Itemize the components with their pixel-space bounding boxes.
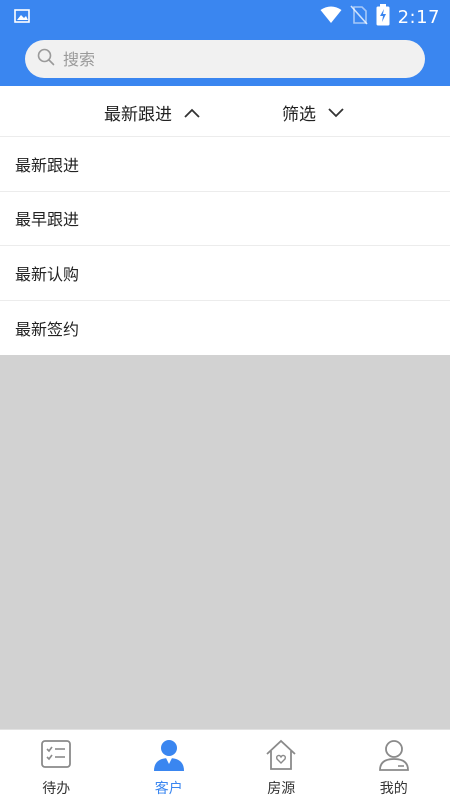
nav-label-customer: 客户	[154, 781, 183, 797]
nav-label-mine: 我的	[379, 781, 408, 797]
search-icon	[37, 48, 55, 70]
sort-option-latest-followup[interactable]: 最新跟进	[0, 137, 450, 192]
customer-list-screen: 2:17 最新跟进 筛选	[0, 0, 450, 800]
status-bar: 2:17	[0, 0, 450, 32]
status-time: 2:17	[397, 7, 440, 28]
no-sim-icon	[349, 5, 368, 30]
nav-item-customer[interactable]: 客户	[113, 730, 226, 800]
nav-item-todo[interactable]: 待办	[0, 730, 113, 800]
bottom-navigation: 待办 客户 房源 我的	[0, 729, 450, 800]
search-input[interactable]	[63, 49, 393, 69]
app-header: 2:17	[0, 0, 450, 86]
filter-label: 筛选	[282, 105, 316, 125]
dropdown-backdrop[interactable]	[0, 355, 450, 729]
customer-person-icon	[152, 738, 186, 772]
house-heart-icon	[264, 738, 298, 772]
todo-list-icon	[39, 738, 73, 772]
nav-label-housing: 房源	[267, 781, 296, 797]
chevron-up-icon	[172, 103, 200, 123]
image-icon	[14, 9, 30, 29]
filter-dropdown-button[interactable]: 筛选	[282, 100, 344, 125]
nav-label-todo: 待办	[42, 781, 71, 797]
sort-option-label: 最新跟进	[15, 155, 80, 175]
wifi-icon	[320, 6, 342, 29]
sort-option-earliest-followup[interactable]: 最早跟进	[0, 192, 450, 246]
battery-charging-icon	[376, 4, 390, 31]
search-bar[interactable]	[25, 40, 425, 78]
sort-option-label: 最新签约	[15, 319, 80, 339]
profile-person-icon	[377, 738, 411, 772]
sort-option-latest-subscription[interactable]: 最新认购	[0, 246, 450, 301]
nav-item-mine[interactable]: 我的	[338, 730, 450, 800]
sort-option-latest-signing[interactable]: 最新签约	[0, 301, 450, 356]
sort-options-list: 最新跟进 最早跟进 最新认购 最新签约	[0, 137, 450, 355]
filter-bar: 最新跟进 筛选	[0, 86, 450, 137]
sort-option-label: 最早跟进	[15, 210, 80, 230]
sort-label: 最新跟进	[104, 105, 172, 125]
sort-dropdown-button[interactable]: 最新跟进	[104, 100, 200, 125]
sort-option-label: 最新认购	[15, 264, 80, 284]
nav-item-housing[interactable]: 房源	[225, 730, 338, 800]
chevron-down-icon	[316, 103, 344, 123]
